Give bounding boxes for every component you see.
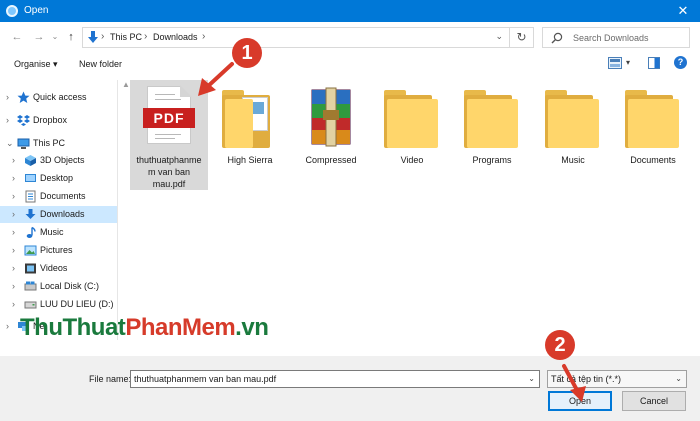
annotation-badge-2: 2 bbox=[545, 330, 575, 360]
annotation-badge-1: 1 bbox=[232, 38, 262, 68]
annotation-arrow-2-head bbox=[570, 386, 586, 402]
annotation-arrow-1 bbox=[204, 62, 234, 90]
annotation-arrow-2 bbox=[562, 364, 580, 394]
annotation-arrows bbox=[198, 62, 586, 402]
